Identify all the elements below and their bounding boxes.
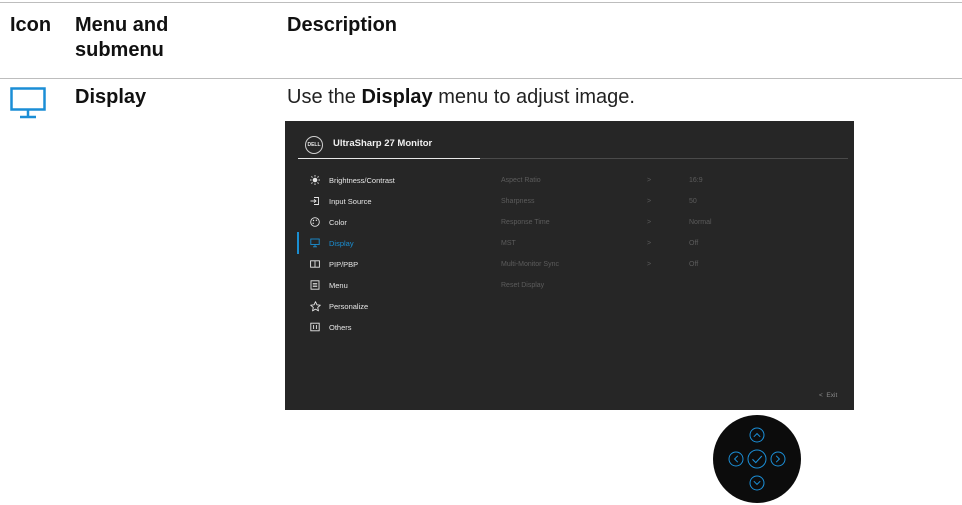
table-header-rule bbox=[0, 78, 962, 79]
osd-menu-item-label: Color bbox=[329, 217, 347, 227]
osd-submenu-value: Off bbox=[689, 240, 699, 247]
osd-menu-item-menu[interactable]: Menu bbox=[309, 278, 348, 292]
osd-submenu-item-sharpness[interactable]: Sharpness bbox=[501, 196, 534, 208]
osd-submenu-item-response-time[interactable]: Response Time bbox=[501, 217, 550, 229]
osd-submenu-value: 50 bbox=[689, 198, 697, 205]
row-menu-label: Display bbox=[75, 86, 147, 108]
osd-menu-item-label: Brightness/Contrast bbox=[329, 175, 395, 185]
osd-header-divider bbox=[480, 158, 848, 159]
osd-submenu-value: Off bbox=[689, 261, 699, 268]
chevron-right-icon: > bbox=[647, 177, 652, 184]
osd-menu-item-label: Menu bbox=[329, 280, 348, 290]
osd-menu-item-color[interactable]: Color bbox=[309, 215, 347, 229]
osd-menu-item-display[interactable]: Display bbox=[309, 236, 354, 250]
chevron-right-icon: > bbox=[647, 261, 652, 268]
header-menu-and-submenu: Menu and submenu bbox=[75, 14, 169, 61]
brightness-icon bbox=[309, 174, 321, 186]
table-top-rule bbox=[0, 2, 962, 3]
osd-exit-label: Exit bbox=[826, 392, 838, 399]
chevron-right-icon: > bbox=[647, 240, 652, 247]
osd-submenu-item-reset-display[interactable]: Reset Display bbox=[501, 280, 544, 292]
menu-icon bbox=[309, 279, 321, 291]
osd-title-underline bbox=[298, 158, 480, 159]
row-description: Use the Display menu to adjust image. bbox=[287, 86, 635, 108]
osd-menu-item-label: Display bbox=[329, 238, 354, 248]
osd-submenu-value: Normal bbox=[689, 219, 712, 226]
osd-submenu-value: 16:9 bbox=[689, 177, 703, 184]
osd-submenu-item-mst[interactable]: MST bbox=[501, 238, 516, 250]
pip-pbp-icon bbox=[309, 258, 321, 270]
osd-submenu-item-aspect-ratio[interactable]: Aspect Ratio bbox=[501, 175, 541, 187]
header-icon: Icon bbox=[10, 14, 52, 36]
star-icon bbox=[309, 300, 321, 312]
osd-menu-item-others[interactable]: Others bbox=[309, 320, 352, 334]
osd-menu-item-brightness-contrast[interactable]: Brightness/Contrast bbox=[309, 173, 395, 187]
monitor-icon bbox=[309, 237, 321, 249]
osd-submenu-item-multi-monitor-sync[interactable]: Multi-Monitor Sync bbox=[501, 259, 559, 271]
osd-menu-item-label: PIP/PBP bbox=[329, 259, 359, 269]
osd-menu-item-pip-pbp[interactable]: PIP/PBP bbox=[309, 257, 358, 271]
osd-screenshot: DELL UltraSharp 27 Monitor Brightness/Co… bbox=[285, 121, 854, 410]
monitor-icon bbox=[10, 87, 46, 119]
dell-logo: DELL bbox=[305, 136, 323, 154]
osd-menu-item-label: Personalize bbox=[329, 301, 369, 311]
header-description: Description bbox=[287, 14, 398, 36]
osd-menu-item-personalize[interactable]: Personalize bbox=[309, 299, 368, 313]
osd-menu-item-label: Others bbox=[329, 322, 352, 332]
osd-exit-button[interactable]: < Exit bbox=[819, 392, 837, 399]
osd-header: DELL UltraSharp 27 Monitor bbox=[285, 121, 854, 159]
osd-title: UltraSharp 27 Monitor bbox=[333, 138, 433, 149]
input-source-icon bbox=[309, 195, 321, 207]
others-icon bbox=[309, 321, 321, 333]
osd-menu-item-label: Input Source bbox=[329, 196, 372, 206]
chevron-left-icon: < bbox=[819, 392, 823, 399]
chevron-right-icon: > bbox=[647, 219, 652, 226]
color-palette-icon bbox=[309, 216, 321, 228]
osd-menu-item-input-source[interactable]: Input Source bbox=[309, 194, 372, 208]
chevron-right-icon: > bbox=[647, 198, 652, 205]
active-menu-indicator bbox=[297, 232, 299, 254]
joystick-controller bbox=[713, 415, 801, 503]
